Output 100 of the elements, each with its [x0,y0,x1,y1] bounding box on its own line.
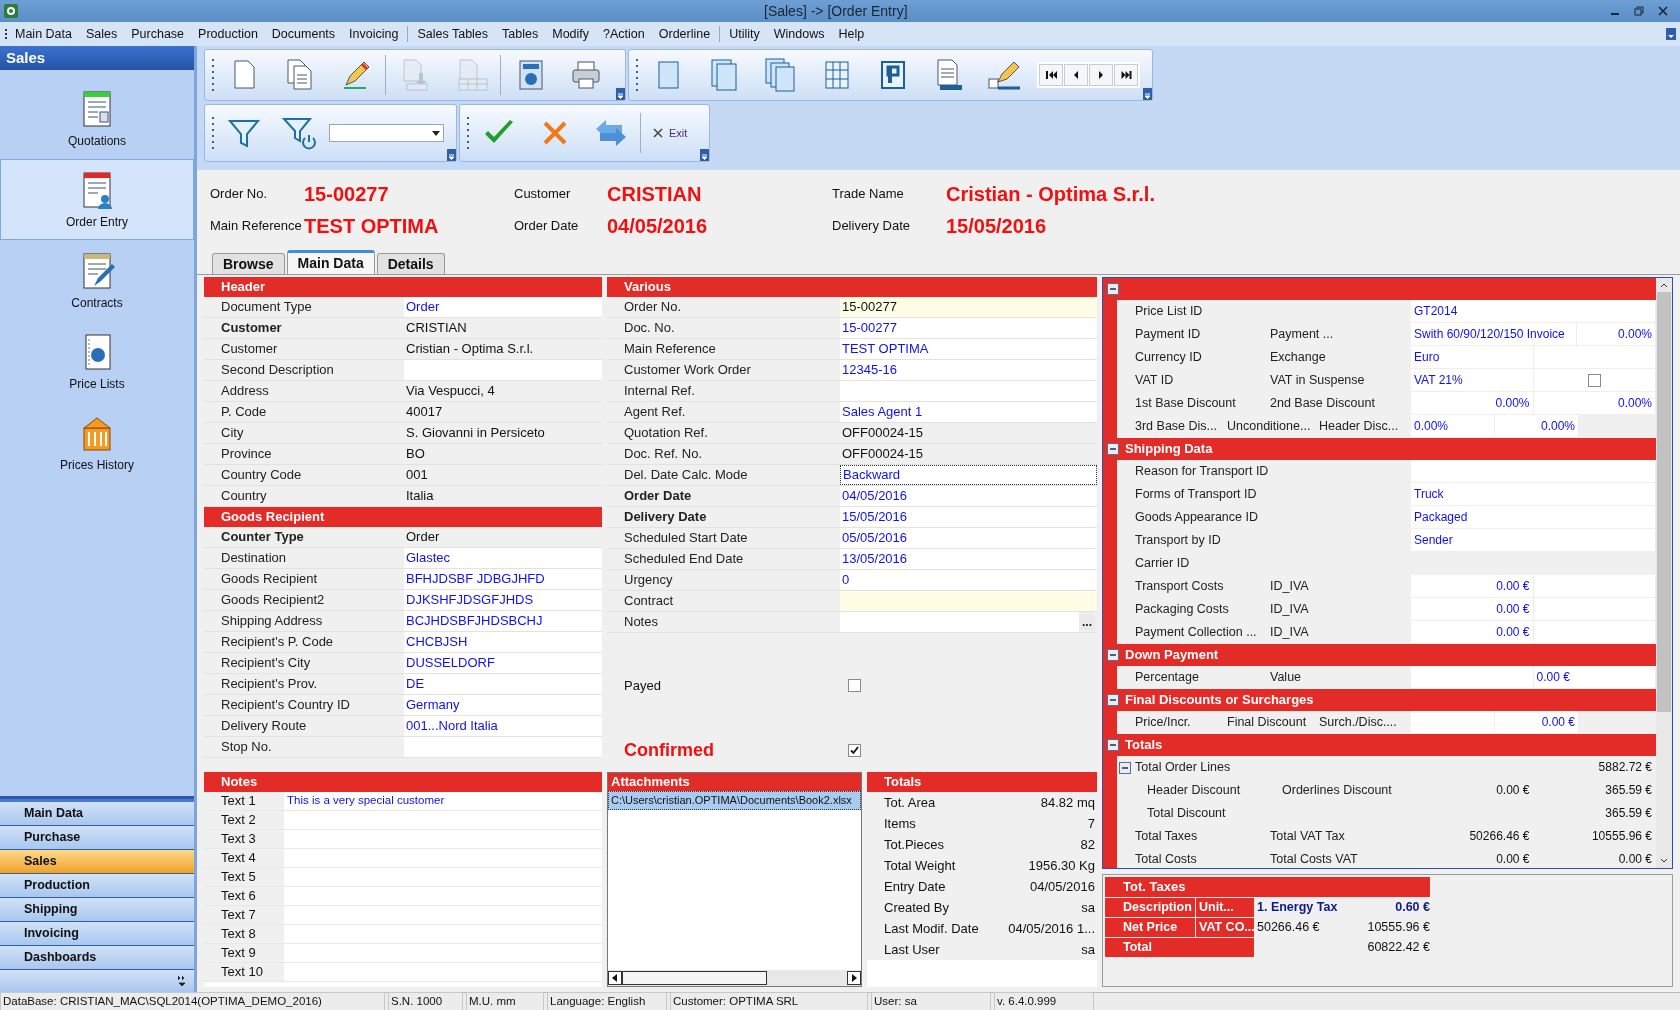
collapse-toggle[interactable] [1107,443,1119,455]
sidebar-group[interactable]: Production [0,874,194,898]
sidebar-item[interactable]: Quotations [0,78,194,159]
input-field[interactable] [404,360,602,380]
input-field[interactable] [1533,621,1656,644]
sidebar-item[interactable]: Contracts [0,240,194,321]
vertical-scrollbar[interactable] [1656,278,1672,868]
collapse-toggle[interactable] [1107,283,1119,295]
field-value[interactable]: Order [404,297,602,317]
menu-item[interactable]: Utility [722,24,767,44]
menu-item[interactable]: Tables [495,24,546,44]
field-value[interactable]: Sales Agent 1 [840,402,1097,422]
input-field[interactable] [840,591,1097,611]
menu-item[interactable]: Help [831,24,872,44]
note-value[interactable]: This is a very special customer [284,792,602,810]
menu-item[interactable]: ?Action [596,24,652,44]
menu-item[interactable]: Purchase [124,24,192,44]
sidebar-group[interactable]: Sales [0,850,194,874]
field-value[interactable]: CHCBJSH [404,632,602,652]
filter-dropdown[interactable] [329,124,444,142]
field-value[interactable]: TEST OPTIMA [840,339,1097,359]
field-value[interactable]: BFHJDSBF JDBGJHFD [404,569,602,589]
menu-item[interactable]: Sales Tables [410,24,496,44]
menu-item[interactable]: Invoicing [342,24,406,44]
toolbar-options-icon[interactable] [616,88,625,100]
field-value[interactable]: 0.00 € [1411,575,1534,598]
field-value[interactable]: 0.00% [1533,392,1656,415]
field-value[interactable]: VAT 21% [1411,369,1534,392]
tab[interactable]: Details [376,253,445,274]
input-field[interactable] [1533,346,1656,369]
input-field[interactable] [1411,666,1534,689]
field-value[interactable]: 12345-16 [840,360,1097,380]
collapse-toggle[interactable] [1119,761,1131,774]
scroll-right-icon[interactable] [847,971,861,985]
collapse-toggle[interactable] [1107,739,1119,751]
checkbox[interactable] [848,743,861,757]
toolbar-options-icon[interactable] [700,149,710,161]
tab[interactable]: Browse [212,253,285,274]
last-record-button[interactable] [1114,64,1138,86]
field-value[interactable]: DJKSHFJDSGFJHDS [404,590,602,610]
field-value[interactable]: Sender [1411,529,1656,552]
scrollbar-thumb[interactable] [622,971,767,985]
input-field[interactable] [840,381,1097,401]
field-value[interactable]: Packaged [1411,506,1656,529]
field-value[interactable]: 0.00 € [1411,598,1534,621]
menu-item[interactable]: Windows [766,24,832,44]
scrollbar-thumb[interactable] [1657,292,1671,712]
field-value[interactable]: Backward [840,465,1097,485]
sidebar-group[interactable]: Dashboards [0,946,194,970]
field-value[interactable]: 0.00 € [1411,621,1534,644]
chevron-icon[interactable] [178,975,186,987]
sidebar-group[interactable]: Purchase [0,826,194,850]
field-value[interactable]: 05/05/2016 [840,528,1097,548]
menu-item[interactable]: Modify [545,24,597,44]
field-value[interactable]: 13/05/2016 [840,549,1097,569]
sidebar-group[interactable]: Main Data [0,802,194,826]
horizontal-scrollbar[interactable] [608,970,861,986]
toolbar-options-icon[interactable] [447,149,456,161]
field-value[interactable]: 0.00 € [1533,666,1656,689]
scroll-left-icon[interactable] [608,971,622,985]
sidebar-item[interactable]: Order Entry [0,159,194,240]
checkbox[interactable] [1587,373,1601,387]
field-value[interactable]: 0.00% [1576,323,1656,346]
field-value[interactable]: Glastec [404,548,602,568]
field-value[interactable]: DE [404,674,602,694]
field-value[interactable]: 15-00277 [840,318,1097,338]
field-value[interactable]: 0.00% [1411,392,1534,415]
input-field[interactable] [1533,598,1656,621]
collapse-toggle[interactable] [1107,649,1119,661]
menu-item[interactable]: Documents [264,24,343,44]
menu-grip-icon[interactable] [4,28,8,40]
restore-icon[interactable] [1634,6,1644,16]
field-value[interactable]: 0 [840,570,1097,590]
input-field[interactable] [404,737,602,757]
menu-item[interactable]: Production [191,24,265,44]
first-record-button[interactable] [1039,64,1063,86]
input-field[interactable] [840,612,1079,632]
menu-options-icon[interactable] [1666,28,1676,40]
field-value[interactable]: 0.00 € [1495,711,1579,734]
field-value[interactable]: 001...Nord Italia [404,716,602,736]
field-value[interactable]: Truck [1411,483,1656,506]
checkbox[interactable] [848,679,861,692]
toolbar-options-icon[interactable] [1143,88,1152,100]
collapse-toggle[interactable] [1107,694,1119,706]
sidebar-group[interactable]: Shipping [0,898,194,922]
field-value[interactable]: Swith 60/90/120/150 Invoice [1411,323,1577,346]
close-icon[interactable] [1658,6,1668,16]
field-value[interactable]: 15/05/2016 [840,507,1097,527]
sidebar-item[interactable]: Prices History [0,402,194,483]
menu-item[interactable]: Sales [79,24,125,44]
tab[interactable]: Main Data [286,250,375,274]
exit-button[interactable]: Exit [643,108,698,158]
menu-item[interactable]: Main Data [8,24,79,44]
input-field[interactable] [1411,711,1495,734]
next-record-button[interactable] [1089,64,1113,86]
field-value[interactable]: 0.00% [1495,415,1579,438]
field-value[interactable]: DUSSELDORF [404,653,602,673]
input-field[interactable] [1411,460,1656,483]
field-value[interactable]: GT2014 [1411,300,1656,323]
field-value[interactable]: BCJHDSBFJHDSBCHJ [404,611,602,631]
